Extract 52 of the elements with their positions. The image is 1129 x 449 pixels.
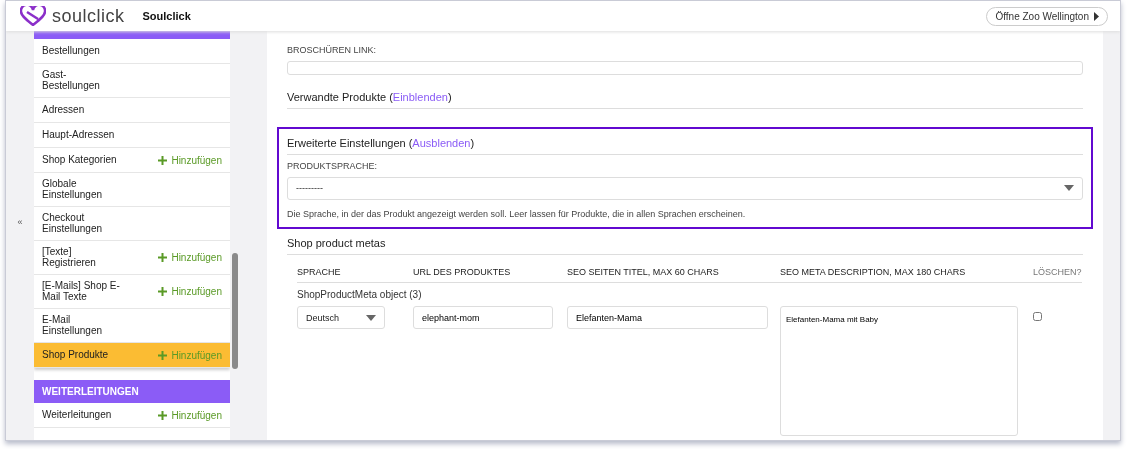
section-header: WEITERLEITUNGEN bbox=[34, 380, 230, 403]
chevron-right-icon bbox=[1093, 11, 1099, 21]
plus-icon bbox=[158, 253, 168, 262]
section-heading: Shop product metas bbox=[287, 233, 1083, 255]
caret-icon bbox=[1064, 185, 1074, 192]
language-select[interactable]: --------- bbox=[287, 176, 1083, 200]
seo-description-field[interactable]: Elefanten-Mama mit Baby bbox=[780, 306, 1018, 436]
plus-icon bbox=[158, 155, 168, 165]
language-select[interactable]: Deutsch bbox=[297, 306, 385, 329]
field-label: PRODUKTSPRACHE: bbox=[287, 160, 378, 171]
column-header: SEO META DESCRIPTION, MAX 180 CHARS bbox=[780, 255, 1033, 283]
open-site-button[interactable]: Öffne Zoo Wellington bbox=[986, 6, 1108, 26]
column-header: SEO SEITEN TITEL, MAX 60 CHARS bbox=[567, 255, 780, 283]
seo-title-field[interactable]: Elefanten-Mama bbox=[567, 306, 768, 329]
sidebar-item-label: Globale Einstellungen bbox=[42, 179, 103, 200]
help-text: Die Sprache, in der das Produkt angezeigt werden soll. Leer lassen für Produkte, die in allen Sprachen erscheinen. bbox=[287, 208, 747, 219]
heart-logo-icon bbox=[20, 6, 46, 26]
section-heading: Verwandte Produkte (Einblenden) bbox=[287, 86, 1083, 109]
plus-icon bbox=[158, 350, 168, 360]
sidebar-item-label: Weiterleitungen bbox=[42, 409, 112, 421]
object-label: ShopProductMeta object (3) bbox=[297, 288, 423, 302]
toggle-link[interactable]: Ausblenden bbox=[412, 136, 471, 149]
section-heading: Erweiterte Einstellungen (Ausblenden) bbox=[287, 132, 1083, 155]
sidebar-item-label: [Texte] Registrieren bbox=[42, 247, 96, 268]
collapse-sidebar-button[interactable]: « bbox=[6, 31, 34, 440]
column-header: LÖSCHEN? bbox=[1033, 255, 1082, 283]
brochure-link-field[interactable] bbox=[287, 61, 1083, 75]
add-link[interactable]: Hinzufügen bbox=[158, 154, 222, 166]
sidebar-item-label: Shop Kategorien bbox=[42, 154, 117, 166]
sidebar-item-label: [E-Mails] Shop E- Mail Texte bbox=[42, 281, 120, 302]
field-label: BROSCHÜREN LINK: bbox=[287, 45, 377, 55]
sidebar-item-label: Checkout Einstellungen bbox=[42, 213, 103, 234]
sidebar-item-label: E-Mail Einstellungen bbox=[42, 315, 103, 336]
delete-checkbox[interactable] bbox=[1033, 312, 1042, 321]
site-title: Soulclick bbox=[142, 10, 191, 22]
caret-icon bbox=[366, 314, 376, 321]
column-header: SPRACHE bbox=[297, 255, 413, 283]
plus-icon bbox=[158, 287, 168, 296]
add-link[interactable]: Hinzufügen bbox=[158, 252, 222, 263]
sidebar-item-label: Haupt-Adressen bbox=[42, 129, 115, 141]
sidebar-item-label: Gast- Bestellungen bbox=[42, 70, 100, 91]
brand-name: soulclick bbox=[52, 5, 125, 27]
sidebar-item-label: Bestellungen bbox=[42, 45, 100, 57]
column-header: URL DES PRODUKTES bbox=[413, 255, 567, 283]
sidebar-item[interactable]: Shop Produkte Hinzufügen bbox=[34, 343, 230, 368]
add-link[interactable]: Hinzufügen bbox=[158, 286, 222, 297]
add-link[interactable]: Hinzufügen bbox=[158, 409, 222, 421]
plus-icon bbox=[158, 410, 168, 420]
scrollbar-thumb[interactable] bbox=[232, 253, 238, 369]
sidebar-item-label: Adressen bbox=[42, 104, 85, 116]
sidebar-item-label: Shop Produkte bbox=[42, 349, 109, 361]
url-field[interactable]: elephant-mom bbox=[413, 306, 553, 329]
